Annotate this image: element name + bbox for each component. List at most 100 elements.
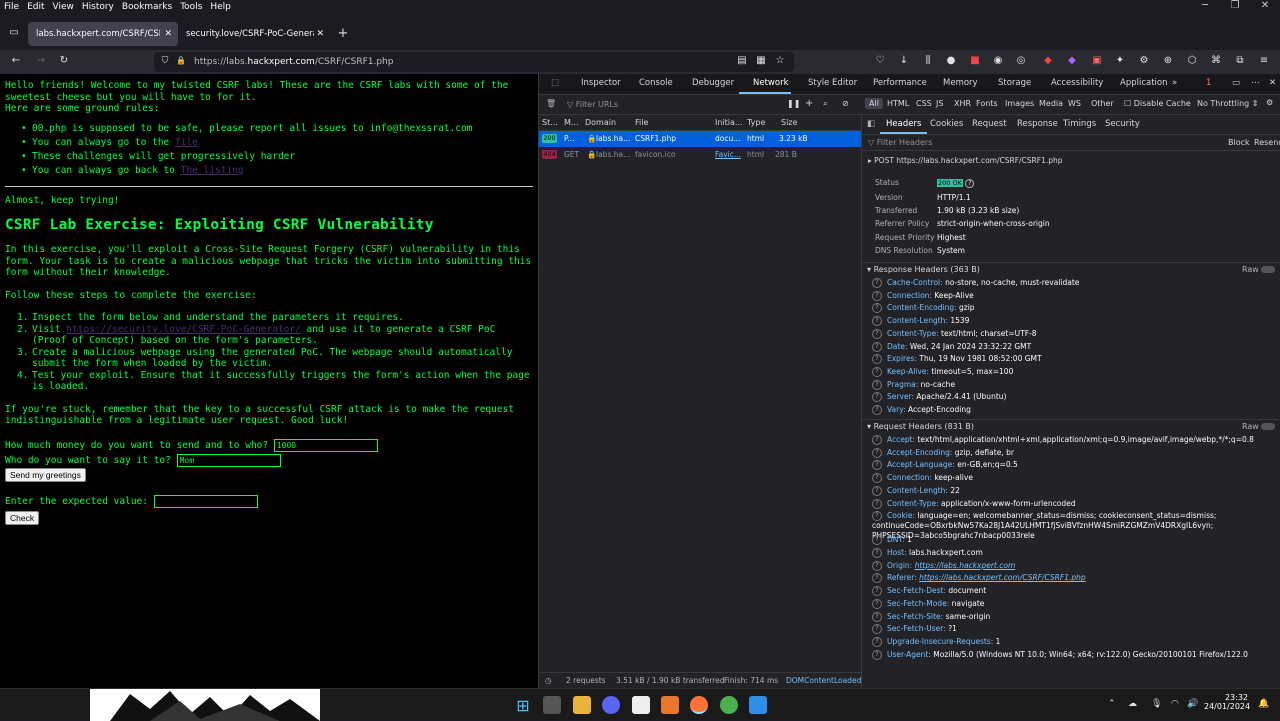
windows-start-icon[interactable]: ⊞	[514, 696, 532, 715]
help-icon[interactable]: ?	[872, 303, 882, 314]
col-initiator[interactable]: Initia...	[715, 118, 743, 127]
menu-tools[interactable]: Tools	[180, 2, 202, 12]
tab-request[interactable]: Request	[972, 119, 1007, 129]
settings-gear-icon[interactable]: ⚙	[1266, 98, 1273, 107]
header-row[interactable]: ? Origin: https://labs.hackxpert.com	[872, 560, 1277, 571]
extension-icon[interactable]: ◆	[1065, 55, 1079, 66]
devtools-menu-icon[interactable]: ⋯	[1251, 78, 1260, 88]
header-row[interactable]: ? Upgrade-Insecure-Requests: 1	[872, 636, 1277, 647]
help-icon[interactable]: ?	[872, 611, 882, 622]
filter-ws[interactable]: WS	[1068, 99, 1081, 108]
more-tabs-icon[interactable]: »	[1172, 78, 1177, 88]
filter-fonts[interactable]: Fonts	[976, 99, 998, 108]
tab-performance[interactable]: Performance	[873, 78, 927, 88]
extension-icon[interactable]: ⌘	[1209, 55, 1223, 66]
tab-inspector[interactable]: Inspector	[581, 78, 621, 88]
help-icon[interactable]: ?	[872, 598, 882, 609]
help-icon[interactable]: ?	[872, 366, 882, 377]
forward-icon[interactable]: →	[34, 55, 48, 66]
pocket-icon[interactable]: ♡	[873, 55, 887, 66]
request-line[interactable]: ▸ POST https://labs.hackxpert.com/CSRF/C…	[868, 156, 1063, 165]
firefox-icon[interactable]	[690, 696, 708, 714]
tab-cookies[interactable]: Cookies	[930, 119, 963, 129]
tab-accessibility[interactable]: Accessibility	[1051, 78, 1103, 88]
tray-app-icon[interactable]: ☁	[1128, 699, 1137, 709]
tab-storage[interactable]: Storage	[998, 78, 1031, 88]
app-menu-icon[interactable]: ≡	[1257, 55, 1271, 66]
header-row[interactable]: ? Connection: Keep-Alive	[872, 290, 1277, 301]
add-icon[interactable]: +	[805, 98, 813, 109]
poc-generator-link[interactable]: https://security.love/CSRF-PoC-Generator…	[66, 324, 301, 335]
header-row[interactable]: ? Sec-Fetch-Site: same-origin	[872, 611, 1277, 622]
throttling-select[interactable]: No Throttling ⇕	[1197, 99, 1259, 108]
filter-urls-input[interactable]: ▽ Filter URLs	[567, 100, 618, 109]
header-row[interactable]: ? Content-Length: 22	[872, 485, 1277, 496]
help-icon[interactable]: ?	[872, 485, 882, 496]
lock-icon[interactable]: 🔒	[174, 56, 188, 65]
filter-all[interactable]: All	[865, 98, 883, 109]
menu-help[interactable]: Help	[210, 2, 231, 12]
downloads-icon[interactable]: ↓	[897, 55, 911, 66]
tray-chevron-icon[interactable]: ⌃	[1108, 699, 1116, 709]
help-icon[interactable]: ?	[965, 179, 975, 188]
table-row[interactable]: 200 P... 🔒 labs.ha... CSRF1.php docu... …	[539, 131, 861, 147]
sidebar-toggle-icon[interactable]: ◧	[867, 119, 875, 129]
help-icon[interactable]: ?	[872, 636, 882, 647]
back-icon[interactable]: ←	[9, 55, 23, 66]
discord-icon[interactable]	[602, 696, 620, 714]
col-file[interactable]: File	[635, 118, 648, 127]
menu-bookmarks[interactable]: Bookmarks	[122, 2, 172, 12]
filter-other[interactable]: Other	[1091, 99, 1114, 108]
header-row[interactable]: ? Sec-Fetch-User: ?1	[872, 624, 1277, 635]
search-icon[interactable]: ⌕	[823, 99, 827, 109]
extension-icon[interactable]: ◆	[1041, 55, 1055, 66]
close-tab-icon[interactable]: ✕	[316, 29, 324, 39]
tab-memory[interactable]: Memory	[943, 78, 978, 88]
menu-history[interactable]: History	[82, 2, 114, 12]
qr-icon[interactable]: ▦	[754, 55, 768, 66]
help-icon[interactable]: ?	[872, 586, 882, 597]
header-row[interactable]: ? Cache-Control: no-store, no-cache, must…	[872, 278, 1277, 288]
header-row[interactable]: ? Date: Wed, 24 Jan 2024 23:32:22 GMT	[872, 341, 1277, 352]
notifications-icon[interactable]: 🔔	[1258, 699, 1269, 709]
wifi-icon[interactable]: ◠	[1171, 699, 1179, 709]
help-icon[interactable]: ?	[872, 548, 882, 559]
volume-icon[interactable]: 🔊	[1187, 699, 1198, 709]
extension-icon[interactable]: ⚙	[1137, 55, 1151, 66]
recipient-input[interactable]: Mom	[176, 453, 281, 467]
header-row[interactable]: ? Pragma: no-cache	[872, 379, 1277, 390]
money-input[interactable]: 1000	[273, 438, 378, 452]
filter-html[interactable]: HTML	[887, 99, 909, 108]
header-row[interactable]: ? DNT: 1	[872, 535, 1277, 546]
reload-icon[interactable]: ↻	[57, 55, 71, 66]
notepad-icon[interactable]	[749, 696, 767, 714]
help-icon[interactable]: ?	[872, 328, 882, 339]
menu-view[interactable]: View	[53, 2, 74, 12]
filter-xhr[interactable]: XHR	[954, 99, 971, 108]
header-row[interactable]: ? Referer: https://labs.hackxpert.com/CSR…	[872, 573, 1277, 584]
help-icon[interactable]: ?	[872, 316, 882, 327]
help-icon[interactable]: ?	[872, 435, 882, 445]
block-icon[interactable]: ⊘	[842, 99, 849, 108]
help-icon[interactable]: ?	[872, 498, 882, 509]
header-row[interactable]: ? Sec-Fetch-Mode: navigate	[872, 598, 1277, 609]
tab-timings[interactable]: Timings	[1063, 119, 1096, 129]
header-row[interactable]: ? Content-Length: 1539	[872, 316, 1277, 327]
notion-icon[interactable]	[632, 696, 650, 714]
filter-media[interactable]: Media	[1039, 99, 1063, 108]
shield-icon[interactable]: ⛉	[158, 56, 172, 66]
header-row[interactable]: ? Accept-Encoding: gzip, deflate, br	[872, 447, 1277, 458]
clock[interactable]: 23:32 24/01/2024	[1204, 693, 1250, 711]
help-icon[interactable]: ?	[872, 573, 882, 584]
menu-edit[interactable]: Edit	[27, 2, 44, 12]
help-icon[interactable]: ?	[872, 341, 882, 352]
header-row[interactable]: ? Content-Type: application/x-www-form-ur…	[872, 498, 1277, 509]
microphone-icon[interactable]: 🎙	[1151, 699, 1162, 709]
pick-element-icon[interactable]: ⬚	[551, 78, 559, 88]
trash-icon[interactable]: 🗑	[546, 99, 556, 108]
tab-headers[interactable]: Headers	[879, 119, 928, 134]
header-row[interactable]: ? Expires: Thu, 19 Nov 1981 08:52:00 GMT	[872, 354, 1277, 365]
header-row[interactable]: ? Keep-Alive: timeout=5, max=100	[872, 366, 1277, 377]
request-headers-section[interactable]: ▾ Request Headers (831 B) Raw	[862, 419, 1280, 433]
close-window-button[interactable]: ✕	[1250, 0, 1280, 16]
